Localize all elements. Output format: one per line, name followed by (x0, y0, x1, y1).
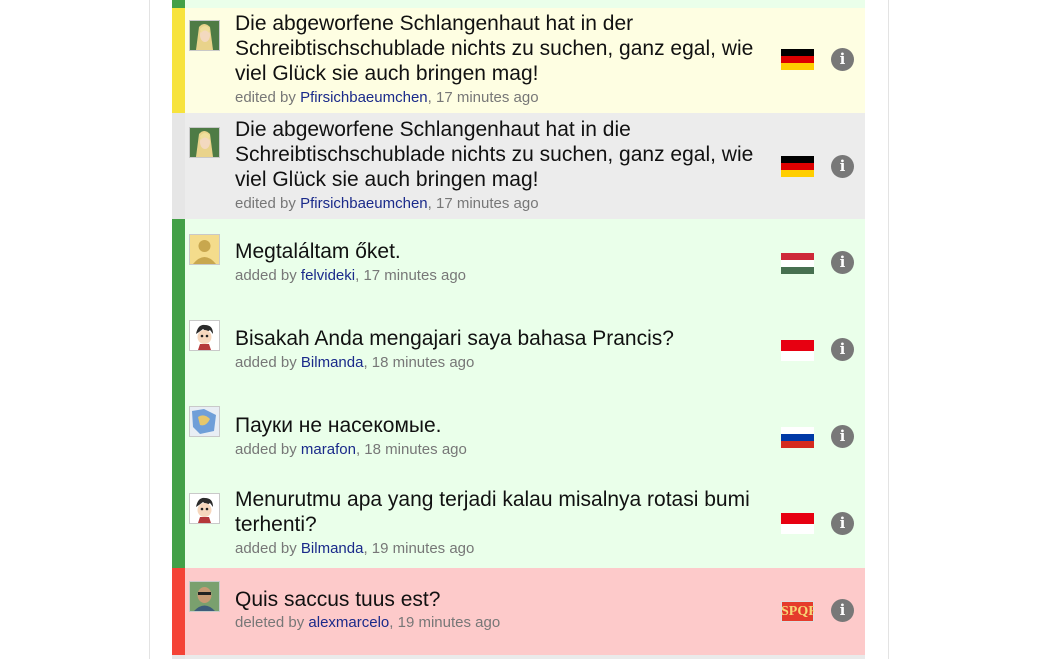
next-item-edge (172, 655, 865, 659)
user-link[interactable]: felvideki (301, 267, 355, 284)
flag-indonesia-icon (781, 513, 814, 534)
list-item: Bisakah Anda mengajari saya bahasa Pranc… (172, 307, 865, 393)
flag-hungary-icon (781, 253, 814, 274)
flag-russia-icon (781, 427, 814, 448)
timestamp: , 19 minutes ago (363, 540, 475, 557)
action-label: added by (235, 267, 297, 284)
sentence-text: Megtaláltam őket. (235, 240, 401, 263)
avatar-elf-icon[interactable] (189, 127, 220, 158)
sentence-meta: edited by Pfirsichbaeumchen, 17 minutes … (235, 89, 539, 106)
avatar-map-icon[interactable] (189, 406, 220, 437)
sentence-meta: added by Bilmanda, 19 minutes ago (235, 540, 474, 557)
timestamp: , 18 minutes ago (355, 441, 467, 458)
info-icon[interactable]: i (831, 512, 854, 535)
timestamp: , 18 minutes ago (363, 354, 475, 371)
sentence-meta: edited by Pfirsichbaeumchen, 17 minutes … (235, 195, 539, 212)
list-item: Menurutmu apa yang terjadi kalau misalny… (172, 480, 865, 568)
sentence-meta: deleted by alexmarcelo, 19 minutes ago (235, 614, 500, 631)
action-label: edited by (235, 195, 296, 212)
timestamp: , 17 minutes ago (355, 267, 467, 284)
user-link[interactable]: marafon (301, 441, 356, 458)
info-icon[interactable]: i (831, 48, 854, 71)
sentence-text: Quis saccus tuus est? (235, 588, 441, 611)
list-item: Megtaláltam őket. added by felvideki, 17… (172, 219, 865, 307)
sentence-meta: added by Bilmanda, 18 minutes ago (235, 354, 474, 371)
action-label: deleted by (235, 614, 305, 631)
action-label: added by (235, 441, 297, 458)
list-item: Пауки не насекомые. added by marafon, 18… (172, 393, 865, 480)
timestamp: , 19 minutes ago (389, 614, 501, 631)
activity-panel: Die abgeworfene Schlangenhaut hat in der… (149, 0, 889, 659)
user-link[interactable]: alexmarcelo (308, 614, 389, 631)
user-link[interactable]: Bilmanda (301, 540, 364, 557)
sentence-meta: added by felvideki, 17 minutes ago (235, 267, 466, 284)
info-icon[interactable]: i (831, 155, 854, 178)
flag-germany-icon (781, 49, 814, 70)
flag-germany-icon (781, 156, 814, 177)
avatar-photo-icon[interactable] (189, 581, 220, 612)
sentence-text: Bisakah Anda mengajari saya bahasa Pranc… (235, 327, 674, 350)
action-label: edited by (235, 89, 296, 106)
timestamp: , 17 minutes ago (427, 195, 539, 212)
avatar-cartoon-boy-icon[interactable] (189, 320, 220, 351)
info-icon[interactable]: i (831, 338, 854, 361)
sentence-text: Menurutmu apa yang terjadi kalau misalny… (235, 488, 750, 536)
action-label: added by (235, 354, 297, 371)
list-item: Die abgeworfene Schlangenhaut hat in die… (172, 113, 865, 219)
action-label: added by (235, 540, 297, 557)
timestamp: , 17 minutes ago (427, 89, 539, 106)
previous-item-edge (172, 0, 865, 8)
sentence-text: Die abgeworfene Schlangenhaut hat in der… (235, 12, 754, 85)
list-item: Quis saccus tuus est? deleted by alexmar… (172, 568, 865, 655)
flag-latin-spqr-icon: SPQR (781, 601, 814, 622)
info-icon[interactable]: i (831, 425, 854, 448)
flag-indonesia-icon (781, 340, 814, 361)
user-link[interactable]: Bilmanda (301, 354, 364, 371)
avatar-cartoon-boy-icon[interactable] (189, 493, 220, 524)
user-link[interactable]: Pfirsichbaeumchen (300, 89, 428, 106)
avatar-default-icon[interactable] (189, 234, 220, 265)
info-icon[interactable]: i (831, 251, 854, 274)
avatar-elf-icon[interactable] (189, 20, 220, 51)
info-icon[interactable]: i (831, 599, 854, 622)
list-item: Die abgeworfene Schlangenhaut hat in der… (172, 8, 865, 113)
sentence-text: Die abgeworfene Schlangenhaut hat in die… (235, 118, 754, 191)
sentence-text: Пауки не насекомые. (235, 414, 442, 437)
sentence-meta: added by marafon, 18 minutes ago (235, 441, 467, 458)
user-link[interactable]: Pfirsichbaeumchen (300, 195, 428, 212)
